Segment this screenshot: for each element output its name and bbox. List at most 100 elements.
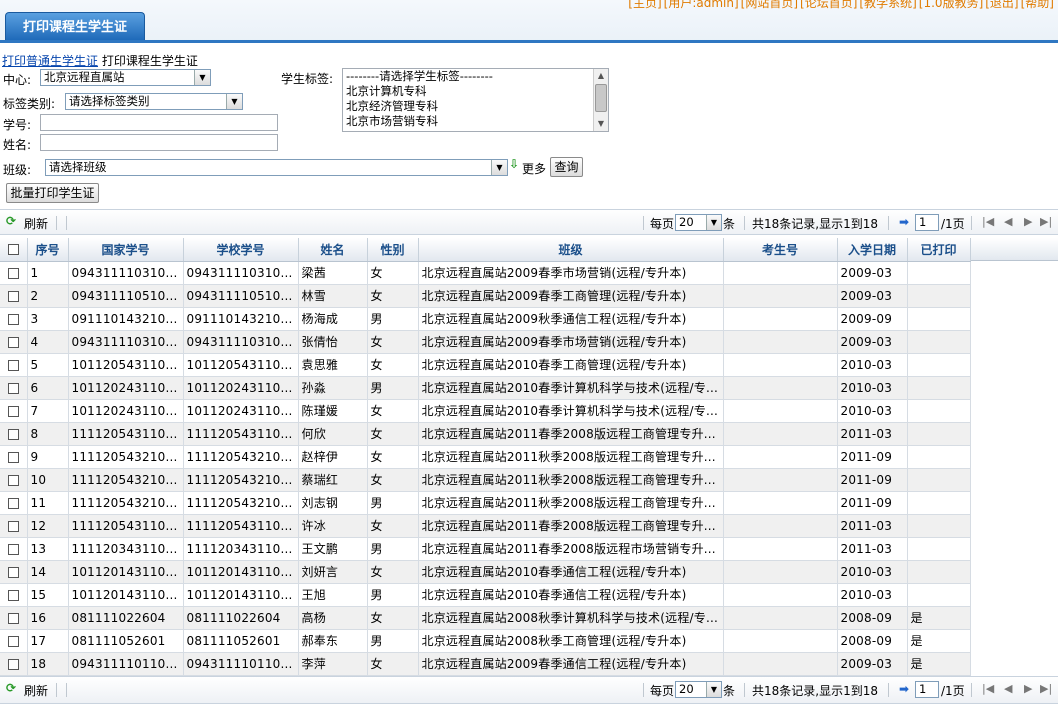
table-row[interactable]: 17 081111052601 081111052601 郝奉东男北京远程直属站200…: [0, 629, 971, 653]
table-row[interactable]: 8 111120543110... 111120543110... 何欣女北京远程直属…: [0, 422, 971, 446]
col-header-name[interactable]: 姓名: [298, 238, 368, 262]
header-link-forum[interactable]: [论坛首页]: [800, 0, 857, 10]
refresh-button[interactable]: 刷新: [24, 682, 48, 699]
header-link-site[interactable]: [网站首页]: [741, 0, 798, 10]
refresh-icon[interactable]: ⟳: [6, 214, 16, 228]
page-input[interactable]: 1: [915, 214, 939, 231]
page-input[interactable]: 1: [915, 681, 939, 698]
student-tag-listbox[interactable]: --------请选择学生标签-------- 北京计算机专科 北京经济管理专科…: [342, 68, 609, 132]
checkbox-icon[interactable]: [7, 290, 19, 302]
prev-page-icon[interactable]: ◀: [1004, 215, 1012, 228]
col-header-national-id[interactable]: 国家学号: [68, 238, 184, 262]
row-checkbox-cell[interactable]: [0, 330, 28, 354]
table-row[interactable]: 12 111120543110... 111120543110... 许冰女北京远程直…: [0, 514, 971, 538]
row-checkbox-cell[interactable]: [0, 583, 28, 607]
row-checkbox-cell[interactable]: [0, 376, 28, 400]
last-page-icon[interactable]: ▶|: [1040, 682, 1052, 695]
table-row[interactable]: 2 094311110510... 094311110510... 林雪女北京远程直属…: [0, 284, 971, 308]
per-page-select[interactable]: 20 ▼: [675, 214, 722, 231]
checkbox-icon[interactable]: [7, 313, 19, 325]
center-select[interactable]: 北京远程直属站 ▼: [40, 69, 211, 86]
table-row[interactable]: 9 111120543210... 111120543210... 赵梓伊女北京远程直…: [0, 445, 971, 469]
table-row[interactable]: 7 101120243110... 101120243110... 陈瑾媛女北京远程直…: [0, 399, 971, 423]
checkbox-icon[interactable]: [7, 658, 19, 670]
batch-print-button[interactable]: 批量打印学生证: [6, 183, 99, 203]
checkbox-icon[interactable]: [7, 336, 19, 348]
checkbox-icon[interactable]: [7, 566, 19, 578]
tag-type-select[interactable]: 请选择标签类别 ▼: [65, 93, 243, 110]
col-header-exam-no[interactable]: 考生号: [723, 238, 838, 262]
col-header-printed[interactable]: 已打印: [907, 238, 971, 262]
refresh-button[interactable]: 刷新: [24, 215, 48, 232]
col-header-class[interactable]: 班级: [418, 238, 724, 262]
checkbox-icon[interactable]: [7, 428, 19, 440]
refresh-icon[interactable]: ⟳: [6, 681, 16, 695]
checkbox-icon[interactable]: [7, 474, 19, 486]
scroll-up-icon[interactable]: ▲: [594, 69, 608, 83]
student-tag-option[interactable]: --------请选择学生标签--------: [346, 69, 608, 84]
row-checkbox-cell[interactable]: [0, 422, 28, 446]
student-tag-option[interactable]: 北京经济管理专科: [346, 99, 608, 114]
student-tag-option[interactable]: 北京计算机专科: [346, 84, 608, 99]
row-checkbox-cell[interactable]: [0, 606, 28, 630]
last-page-icon[interactable]: ▶|: [1040, 215, 1052, 228]
table-row[interactable]: 11 111120543210... 111120543210... 刘志钢男北京远程…: [0, 491, 971, 515]
name-input[interactable]: [40, 134, 278, 151]
table-row[interactable]: 14 101120143110... 101120143110... 刘妍言女北京远程…: [0, 560, 971, 584]
student-tag-option[interactable]: 北京市场营销专科: [346, 114, 608, 129]
table-row[interactable]: 5 101120543110... 101120543110... 袁思雅女北京远程直…: [0, 353, 971, 377]
table-row[interactable]: 13 111120343110... 111120343110... 王文鹏男北京远程…: [0, 537, 971, 561]
header-link-user[interactable]: [用户:admin]: [664, 0, 739, 10]
listbox-scrollbar[interactable]: ▲ ▼: [593, 69, 608, 131]
breadcrumb-link-regular-card[interactable]: 打印普通生学生证: [2, 54, 98, 68]
checkbox-icon[interactable]: [7, 520, 19, 532]
table-row[interactable]: 6 101120243110... 101120243110... 孙淼男北京远程直属…: [0, 376, 971, 400]
col-header-enroll-date[interactable]: 入学日期: [837, 238, 908, 262]
row-checkbox-cell[interactable]: [0, 560, 28, 584]
class-select[interactable]: 请选择班级 ▼: [45, 159, 508, 176]
row-checkbox-cell[interactable]: [0, 399, 28, 423]
row-checkbox-cell[interactable]: [0, 445, 28, 469]
col-header-seq[interactable]: 序号: [27, 238, 69, 262]
scroll-thumb[interactable]: [595, 84, 607, 112]
row-checkbox-cell[interactable]: [0, 353, 28, 377]
col-header-gender[interactable]: 性别: [367, 238, 419, 262]
checkbox-icon[interactable]: [7, 589, 19, 601]
next-page-icon[interactable]: ▶: [1024, 682, 1032, 695]
checkbox-icon[interactable]: [7, 244, 19, 256]
per-page-select[interactable]: 20 ▼: [675, 681, 722, 698]
header-link-logout[interactable]: [退出]: [985, 0, 1018, 10]
checkbox-icon[interactable]: [7, 451, 19, 463]
checkbox-icon[interactable]: [7, 612, 19, 624]
row-checkbox-cell[interactable]: [0, 491, 28, 515]
table-row[interactable]: 15 101120143110... 101120143110... 王旭男北京远程直…: [0, 583, 971, 607]
table-row[interactable]: 18 094311110110... 094311110110... 李萍女北京远程直…: [0, 652, 971, 676]
row-checkbox-cell[interactable]: [0, 652, 28, 676]
header-link-home[interactable]: [主页]: [628, 0, 661, 10]
table-row[interactable]: 10 111120543210... 111120543210... 蔡瑞红女北京远程…: [0, 468, 971, 492]
go-page-arrow-icon[interactable]: ➡: [899, 215, 909, 229]
row-checkbox-cell[interactable]: [0, 514, 28, 538]
col-header-school-id[interactable]: 学校学号: [183, 238, 299, 262]
header-link-teaching[interactable]: [教学系统]: [859, 0, 916, 10]
row-checkbox-cell[interactable]: [0, 629, 28, 653]
checkbox-icon[interactable]: [7, 497, 19, 509]
table-row[interactable]: 3 091110143210... 091110143210... 杨海成男北京远程直…: [0, 307, 971, 331]
table-row[interactable]: 4 094311110310... 094311110310... 张倩怡女北京远程直…: [0, 330, 971, 354]
first-page-icon[interactable]: |◀: [982, 215, 994, 228]
tab-print-course-student-card[interactable]: 打印课程生学生证: [5, 12, 145, 41]
checkbox-icon[interactable]: [7, 635, 19, 647]
more-link[interactable]: 更多: [522, 160, 546, 177]
row-checkbox-cell[interactable]: [0, 307, 28, 331]
checkbox-icon[interactable]: [7, 359, 19, 371]
query-button[interactable]: 查询: [550, 157, 583, 177]
table-row[interactable]: 16 081111022604 081111022604 高杨女北京远程直属站2008…: [0, 606, 971, 630]
table-row[interactable]: 1 094311110310... 094311110310... 梁茜女北京远程直属…: [0, 261, 971, 285]
row-checkbox-cell[interactable]: [0, 537, 28, 561]
checkbox-icon[interactable]: [7, 543, 19, 555]
row-checkbox-cell[interactable]: [0, 284, 28, 308]
more-arrow-icon[interactable]: ⇩: [509, 157, 519, 171]
header-link-help[interactable]: [帮助]: [1021, 0, 1054, 10]
select-all-checkbox-cell[interactable]: [0, 238, 28, 262]
next-page-icon[interactable]: ▶: [1024, 215, 1032, 228]
